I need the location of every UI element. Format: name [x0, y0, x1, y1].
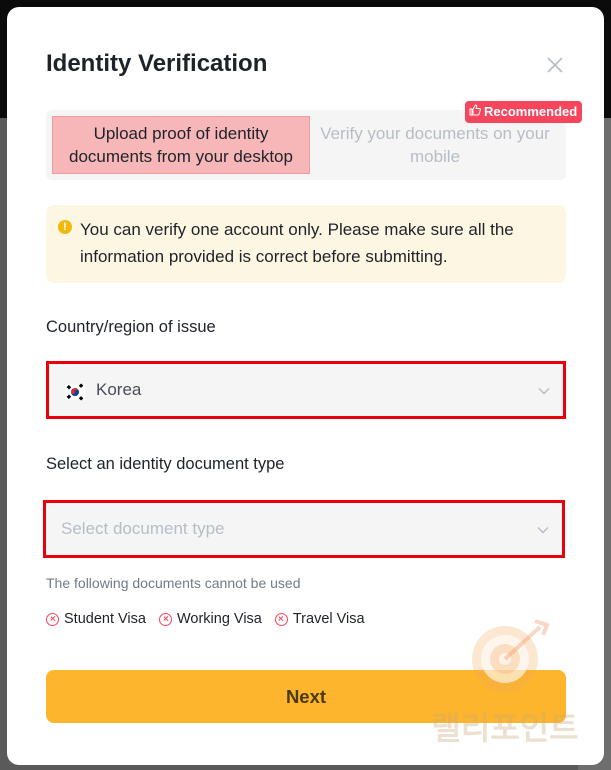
tab-upload-desktop[interactable]: Upload proof of identity documents from … [52, 116, 310, 174]
chevron-down-icon [537, 384, 551, 403]
cross-circle-icon [158, 612, 172, 626]
tab-verify-mobile-label: Verify your documents on your mobile [320, 124, 550, 166]
document-type-label: Select an identity document type [46, 455, 285, 473]
cross-circle-icon [46, 612, 59, 626]
restricted-documents-note: The following documents cannot be used [46, 575, 301, 591]
country-select[interactable]: Korea [46, 361, 566, 419]
warning-icon: ! [58, 220, 72, 234]
chevron-down-icon [536, 523, 550, 542]
thumbs-up-icon [469, 101, 481, 123]
restricted-item-label: Travel Visa [292, 611, 365, 627]
next-button[interactable]: Next [46, 670, 566, 723]
korea-flag-icon [65, 382, 85, 402]
recommended-badge: Recommended [465, 101, 583, 123]
restricted-item-label: Student Visa [64, 611, 146, 627]
restricted-item: Travel Visa [274, 611, 365, 627]
restricted-item: Working Visa [158, 611, 262, 627]
country-select-value: Korea [96, 380, 142, 399]
identity-verification-modal: Identity Verification Upload proof of id… [7, 7, 604, 765]
notice-text: You can verify one account only. Please … [80, 220, 514, 266]
restricted-documents-list: Student Visa Working Visa Travel Visa [46, 611, 365, 627]
close-icon[interactable] [543, 53, 567, 77]
modal-title: Identity Verification [46, 50, 268, 77]
recommended-badge-label: Recommended [484, 104, 578, 119]
restricted-item: Student Visa [46, 611, 146, 627]
tab-upload-desktop-label: Upload proof of identity documents from … [69, 124, 293, 166]
notice-banner: ! You can verify one account only. Pleas… [46, 205, 566, 283]
document-type-placeholder: Select document type [61, 519, 225, 538]
cross-circle-icon [274, 612, 288, 626]
country-label: Country/region of issue [46, 318, 216, 336]
restricted-item-label: Working Visa [176, 611, 262, 627]
tab-verify-mobile[interactable]: Verify your documents on your mobile [310, 116, 560, 174]
document-type-select[interactable]: Select document type [43, 500, 565, 558]
